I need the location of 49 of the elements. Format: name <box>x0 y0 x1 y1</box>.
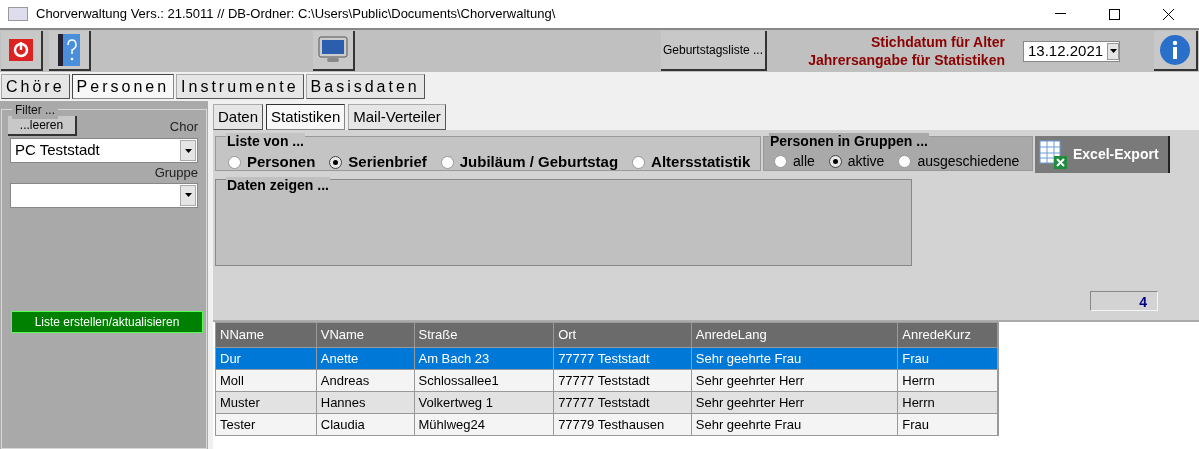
excel-export-button[interactable]: Excel-Export <box>1035 136 1170 173</box>
table-cell: 77779 Testhausen <box>554 414 692 435</box>
table-cell: Mühlweg24 <box>414 414 555 435</box>
table-cell: Tester <box>216 414 317 435</box>
row-count: 4 <box>1090 291 1158 311</box>
power-icon <box>9 39 33 61</box>
window-title: Chorverwaltung Vers.: 21.5011 // DB-Ordner: C:\Users\Public\Documents\Chorverwaltung\ <box>36 5 556 24</box>
table-cell: Sehr geehrte Frau <box>691 414 899 435</box>
group-filter-title: Personen in Gruppen ... <box>769 133 929 149</box>
app-icon <box>8 7 28 21</box>
date-picker[interactable]: 13.12.2021 <box>1023 40 1120 62</box>
birthday-list-button[interactable]: Geburtstagsliste ... <box>661 31 767 71</box>
radio-option[interactable]: ausgeschiedene <box>898 151 1020 172</box>
statistics-year-label: Jahrersangabe für Statistiken <box>808 51 1005 69</box>
monitor-icon <box>318 36 348 64</box>
table-cell: Frau <box>898 414 998 435</box>
monitor-button[interactable] <box>313 31 355 71</box>
main-tab[interactable]: Chöre <box>1 74 70 99</box>
reference-date-label: Stichdatum für Alter <box>870 33 1005 51</box>
radio-option[interactable]: Personen <box>228 151 316 174</box>
table-row[interactable]: Tester Claudia Mühlweg24 77779 Testhausen Sehr geehrte Frau Frau <box>216 413 998 435</box>
main-tab[interactable]: Instrumente <box>176 74 304 99</box>
info-icon <box>1159 34 1191 66</box>
radio-option[interactable]: alle <box>774 151 815 172</box>
table-row[interactable]: Moll Andreas Schlossallee1 77777 Teststadt Sehr geehrter Herr Herrn <box>216 369 998 391</box>
create-list-button[interactable]: Liste erstellen/aktualisieren <box>11 310 203 333</box>
info-button[interactable] <box>1154 31 1198 71</box>
list-of-title: Liste von ... <box>226 133 305 149</box>
radio-option[interactable]: Jubiläum / Geburtstag <box>440 151 619 174</box>
choir-label: Chor <box>169 117 198 136</box>
table-cell: Claudia <box>316 414 415 435</box>
table-row[interactable]: Muster Hannes Volkertweg 1 77777 Teststadt Sehr geehrter Herr Herrn <box>216 391 998 413</box>
show-data-title: Daten zeigen ... <box>226 177 330 193</box>
help-book-icon <box>58 34 80 66</box>
choir-dropdown[interactable]: PC Teststadt <box>10 138 198 163</box>
radio-option[interactable]: Altersstatistik <box>632 151 751 174</box>
spreadsheet-export-icon <box>1039 139 1069 170</box>
main-tab[interactable]: Basisdaten <box>305 74 425 99</box>
help-button[interactable] <box>49 31 91 71</box>
main-tab[interactable]: Personen <box>71 74 175 99</box>
sub-tab[interactable]: Statistiken <box>266 104 346 130</box>
power-button[interactable] <box>1 31 43 71</box>
radio-option[interactable]: Serienbrief <box>329 151 427 174</box>
sub-tab[interactable]: Mail-Verteiler <box>348 104 446 130</box>
sub-tab[interactable]: Daten <box>213 104 264 130</box>
group-label: Gruppe <box>154 165 198 180</box>
group-dropdown[interactable] <box>10 182 198 208</box>
table-row[interactable]: Dur Anette Am Bach 23 77777 Teststadt Sehr geehrte Frau Frau <box>216 347 998 369</box>
radio-option[interactable]: aktive <box>828 151 885 172</box>
